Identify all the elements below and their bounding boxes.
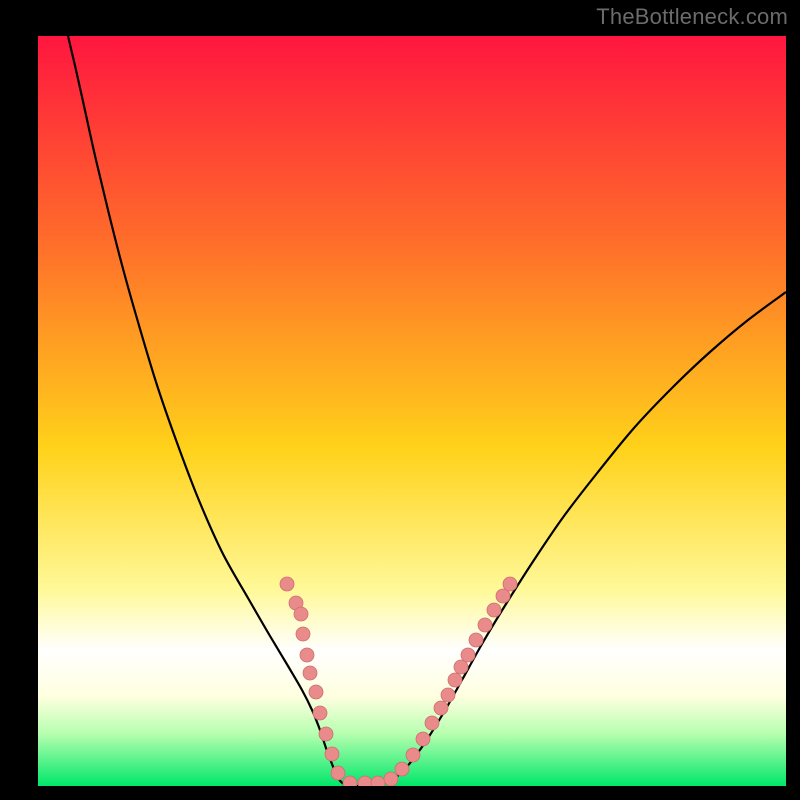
marker-dot (384, 772, 398, 786)
marker-dot (441, 688, 455, 702)
bottleneck-plot (0, 0, 800, 800)
marker-dot (358, 776, 372, 790)
watermark-text: TheBottleneck.com (596, 4, 788, 30)
marker-dot (309, 685, 323, 699)
marker-dot (469, 633, 483, 647)
marker-dot (343, 776, 357, 790)
marker-dot (294, 607, 308, 621)
marker-dot (319, 727, 333, 741)
marker-dot (331, 766, 345, 780)
marker-dot (280, 577, 294, 591)
marker-dot (434, 701, 448, 715)
marker-dot (296, 627, 310, 641)
marker-dot (395, 762, 409, 776)
marker-dot (478, 618, 492, 632)
chart-frame: TheBottleneck.com (0, 0, 800, 800)
marker-dot (454, 660, 468, 674)
plot-background (38, 36, 786, 786)
marker-dot (461, 648, 475, 662)
marker-dot (503, 577, 517, 591)
marker-dot (425, 716, 439, 730)
marker-dot (325, 747, 339, 761)
marker-dot (313, 706, 327, 720)
marker-dot (303, 666, 317, 680)
marker-dot (448, 673, 462, 687)
marker-dot (487, 603, 501, 617)
marker-dot (496, 589, 510, 603)
marker-dot (406, 748, 420, 762)
marker-dot (416, 732, 430, 746)
marker-dot (300, 648, 314, 662)
marker-dot (371, 776, 385, 790)
